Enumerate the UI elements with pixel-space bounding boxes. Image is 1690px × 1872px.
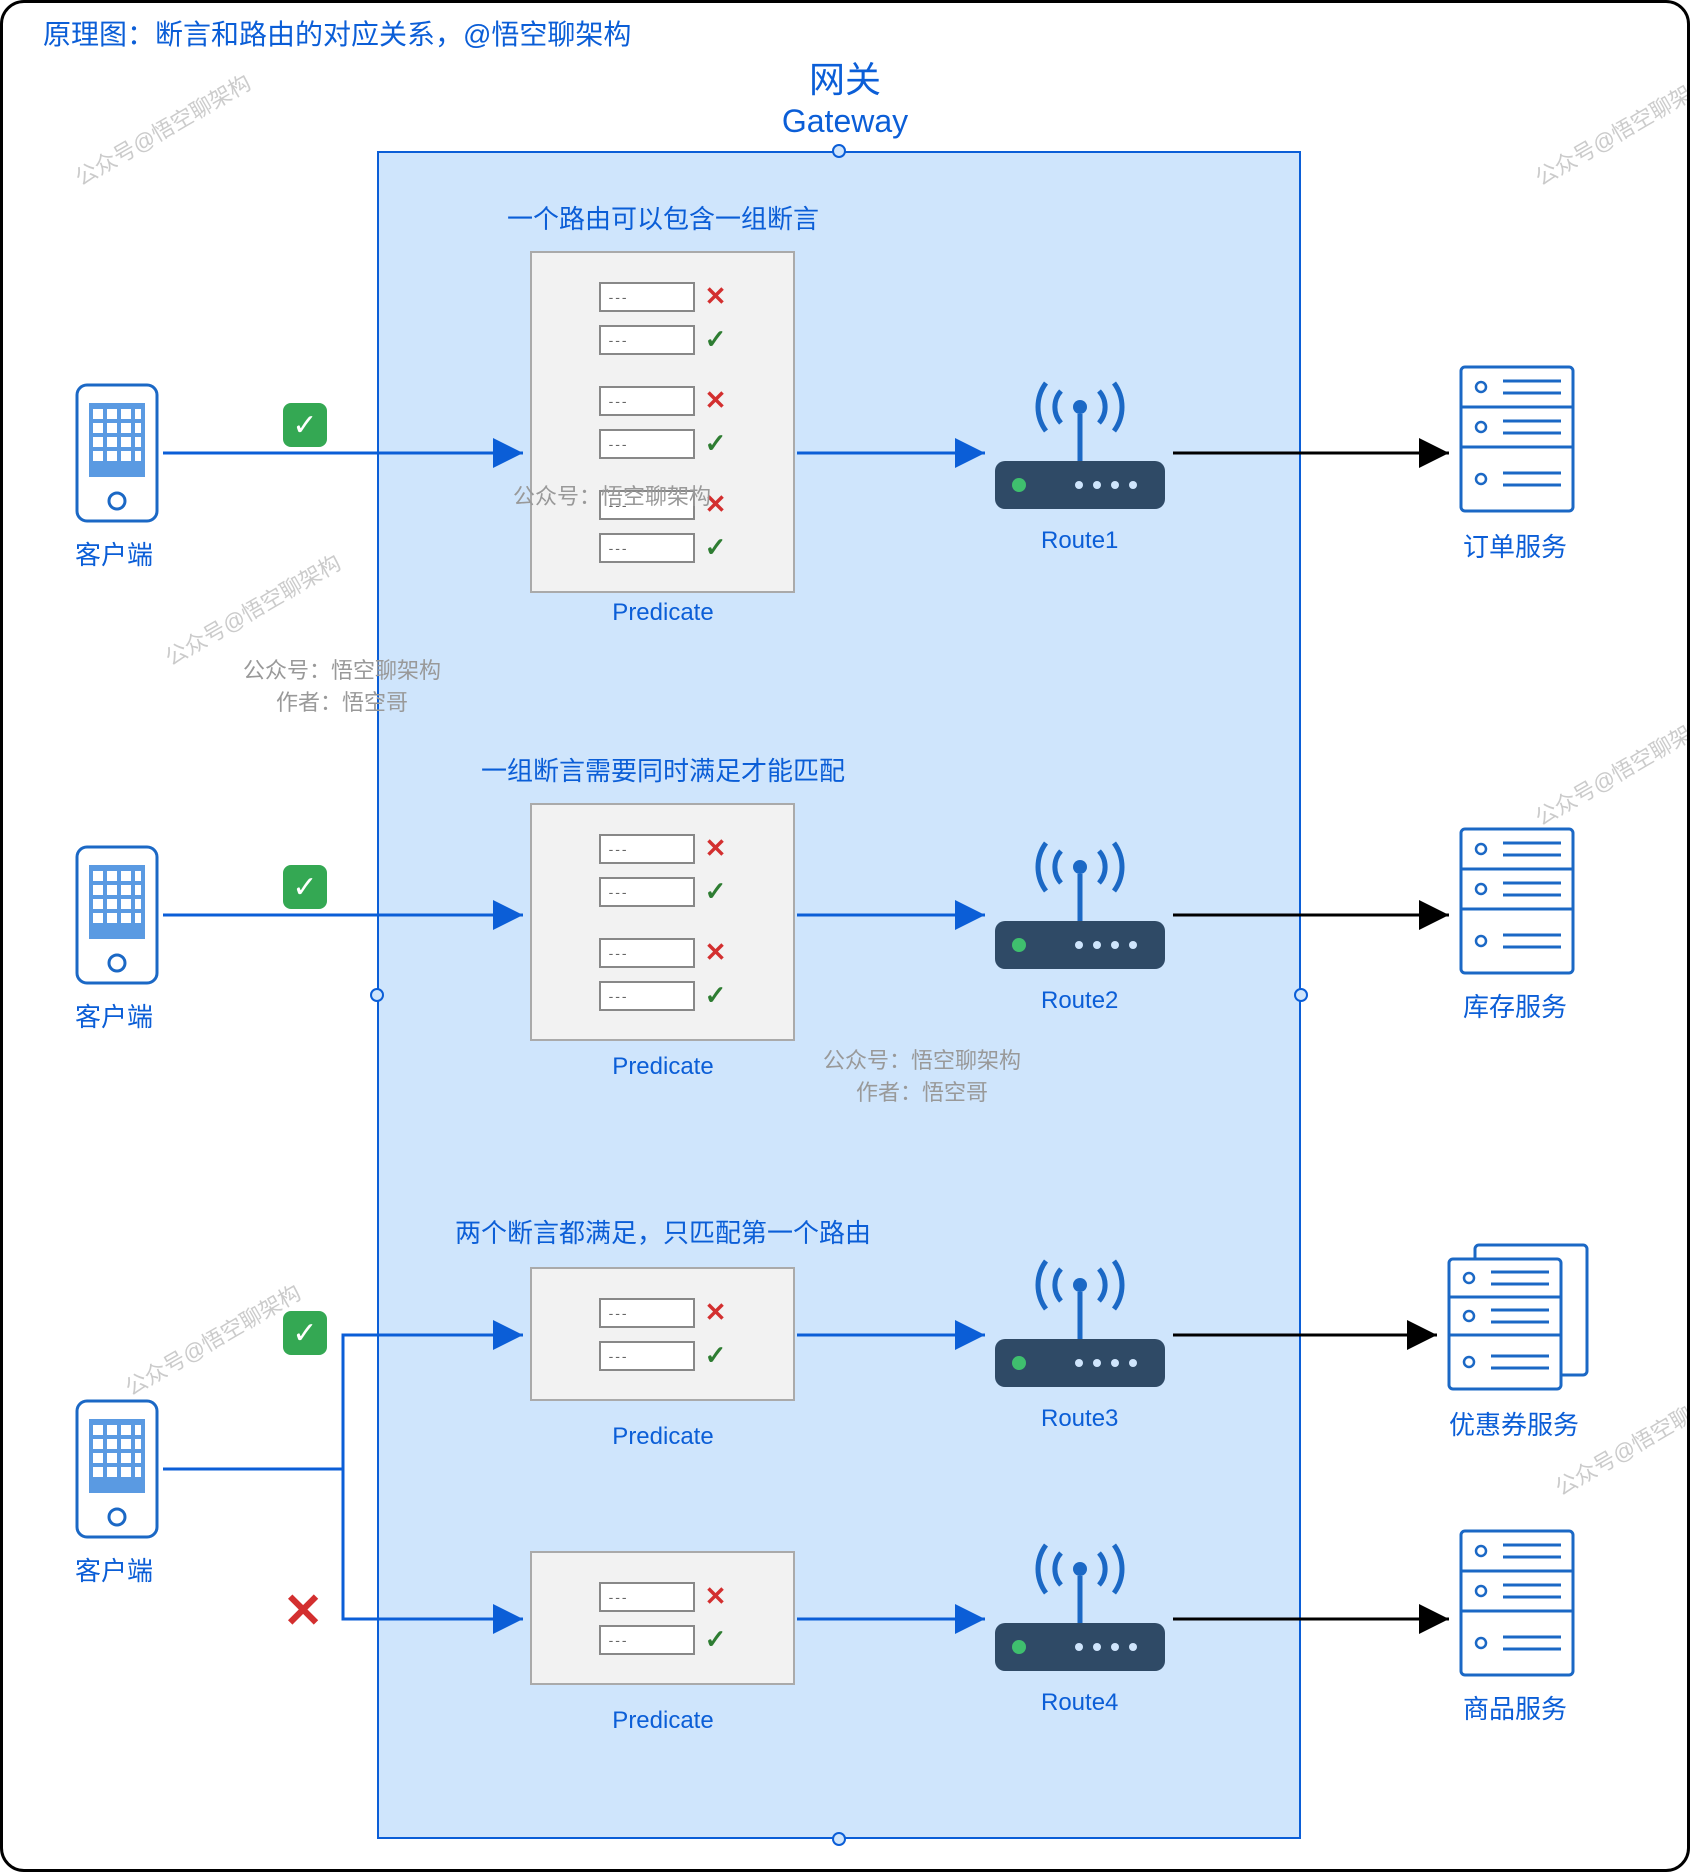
watermark: 公众号：悟空聊架构作者：悟空哥: [243, 653, 441, 717]
watermark: 公众号：悟空聊架构: [513, 479, 711, 511]
watermark: 公众号：悟空聊架构作者：悟空哥: [823, 1043, 1021, 1107]
arrows-layer: [3, 3, 1690, 1872]
diagram-canvas: 原理图：断言和路由的对应关系，@悟空聊架构 网关 Gateway 一个路由可以包…: [0, 0, 1690, 1872]
